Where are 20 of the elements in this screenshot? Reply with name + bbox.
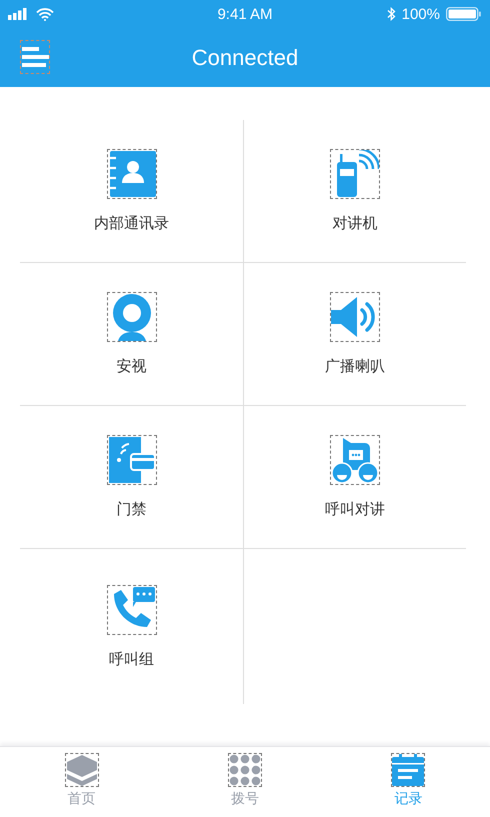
bluetooth-icon bbox=[386, 7, 396, 21]
chat-people-icon bbox=[331, 436, 379, 484]
page-title: Connected bbox=[192, 44, 298, 70]
feature-tile[interactable]: 安视 bbox=[102, 288, 160, 380]
battery-percent: 100% bbox=[402, 6, 440, 22]
address-book-icon bbox=[108, 150, 156, 198]
menu-button[interactable] bbox=[20, 40, 50, 74]
feature-tile[interactable]: 广播喇叭 bbox=[321, 288, 389, 380]
calendar-icon bbox=[392, 754, 424, 786]
battery-icon bbox=[446, 7, 482, 21]
dialpad-icon bbox=[228, 754, 261, 786]
clock-time: 9:41 AM bbox=[216, 6, 274, 22]
wifi-icon bbox=[36, 8, 54, 20]
layers-icon bbox=[66, 754, 98, 786]
feature-tile[interactable]: 对讲机 bbox=[326, 145, 384, 237]
feature-tile[interactable]: 门禁 bbox=[102, 431, 160, 523]
door-card-icon bbox=[108, 436, 156, 484]
feature-tile[interactable]: 呼叫组 bbox=[102, 580, 160, 672]
feature-tile[interactable]: 内部通讯录 bbox=[90, 145, 173, 237]
feature-tile[interactable]: 呼叫对讲 bbox=[321, 431, 389, 523]
